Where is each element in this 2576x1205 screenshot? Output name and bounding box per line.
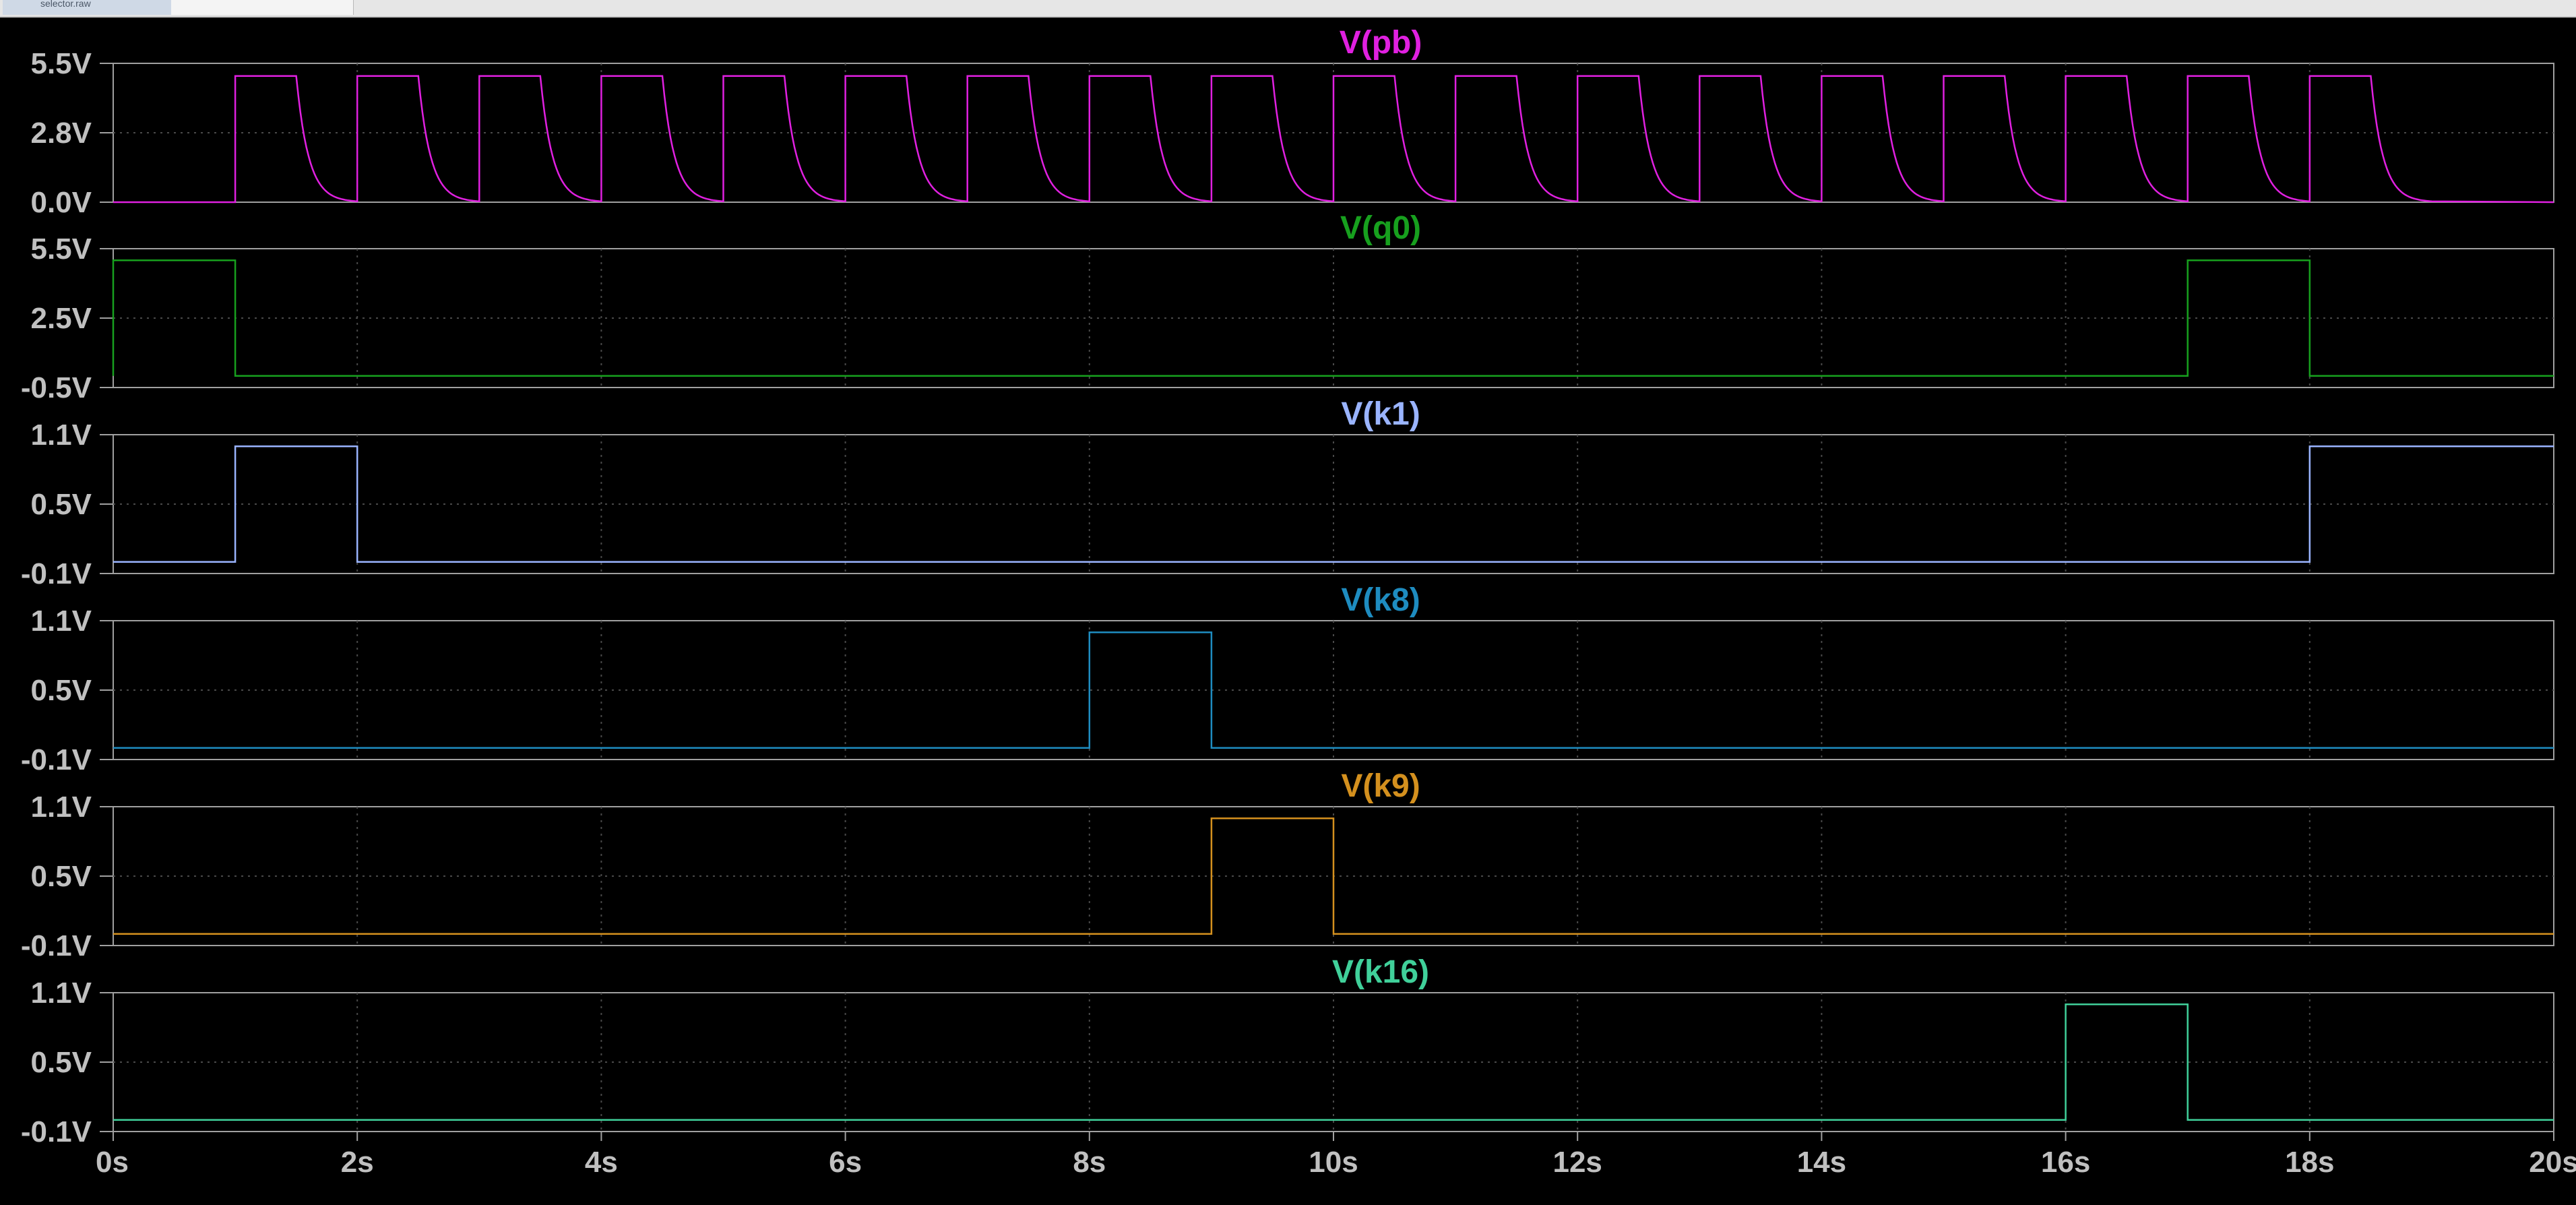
trace-vk9 [113, 817, 2554, 935]
y-tick-label: -0.1V [21, 929, 92, 962]
x-tick-label: 16s [2041, 1146, 2090, 1179]
trace-title: V(q0) [1340, 210, 1421, 246]
x-tick-label: 0s [96, 1146, 129, 1179]
x-tick-label: 12s [1552, 1146, 1602, 1179]
y-tick-label: 1.1V [30, 977, 92, 1010]
y-tick-label: 5.5V [30, 233, 92, 266]
y-tick-label: 2.5V [30, 302, 92, 335]
y-tick-label: 0.5V [30, 860, 92, 893]
x-tick-label: 20s [2529, 1146, 2576, 1179]
document-tab[interactable]: selector.raw [3, 0, 354, 15]
y-tick-label: -0.1V [21, 743, 92, 776]
trace-title: V(k8) [1341, 582, 1420, 618]
x-tick-label: 10s [1309, 1146, 1358, 1179]
y-tick-label: 5.5V [30, 47, 92, 80]
y-tick-label: 2.8V [30, 117, 92, 150]
y-tick-label: 1.1V [30, 605, 92, 638]
y-tick-label: -0.1V [21, 1115, 92, 1148]
y-tick-label: 0.0V [30, 186, 92, 219]
x-tick-label: 6s [829, 1146, 862, 1179]
waveform-chart[interactable]: 5.5V 2.8V 0.0V V(pb) 5.5V 2.5V -0.5V V(q0) 1.1V 0… [0, 16, 2576, 1205]
y-tick-label: 1.1V [30, 791, 92, 824]
y-tick-label: 0.5V [30, 488, 92, 521]
waveform-viewer[interactable]: 5.5V 2.8V 0.0V V(pb) 5.5V 2.5V -0.5V V(q0) 1.1V 0… [0, 16, 2576, 1205]
trace-title: V(k1) [1341, 396, 1420, 432]
trace-vpb [113, 75, 2554, 204]
x-tick-label: 4s [585, 1146, 618, 1179]
y-tick-label: -0.1V [21, 557, 92, 590]
document-tab-label: selector.raw [3, 0, 171, 15]
y-tick-label: 1.1V [30, 419, 92, 452]
trace-title: V(k9) [1341, 768, 1420, 804]
x-tick-label: 2s [341, 1146, 374, 1179]
trace-title: V(pb) [1340, 25, 1422, 61]
x-tick-label: 18s [2285, 1146, 2334, 1179]
y-tick-label: 0.5V [30, 674, 92, 707]
x-tick-label: 8s [1073, 1146, 1106, 1179]
x-tick-label: 14s [1797, 1146, 1846, 1179]
y-tick-label: 0.5V [30, 1046, 92, 1079]
y-tick-label: -0.5V [21, 371, 92, 404]
trace-title: V(k16) [1332, 954, 1429, 990]
window-tab-bar: selector.raw [0, 0, 2576, 18]
